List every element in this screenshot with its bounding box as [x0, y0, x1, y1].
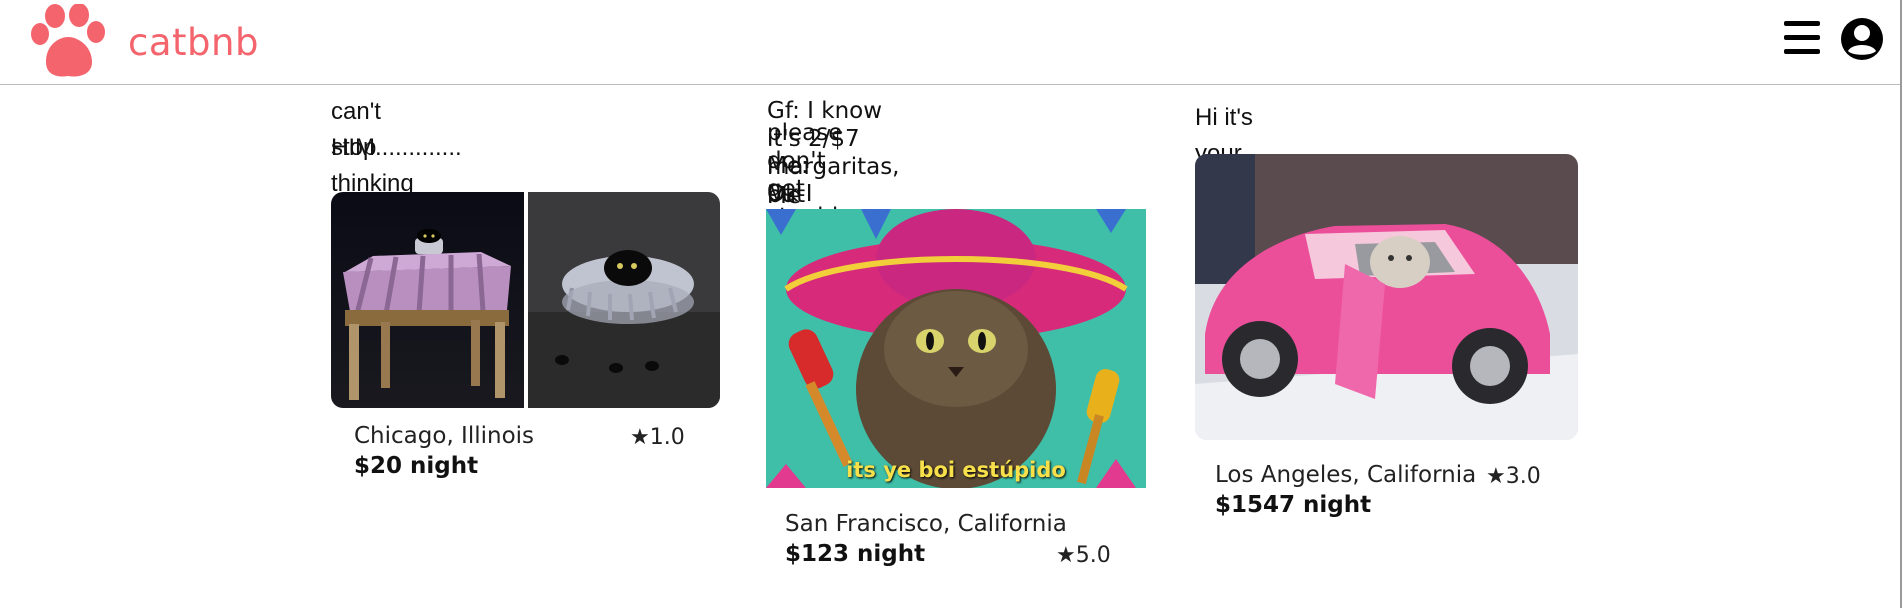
listing-price: $123 night	[785, 541, 926, 567]
sombrero-cat-image	[766, 209, 1146, 488]
listing-location: San Francisco, California	[785, 511, 1067, 537]
top-navbar: catbnb	[0, 0, 1900, 85]
listing-price: $1547 night	[1215, 492, 1372, 518]
listing-photo-cat-cushion[interactable]	[528, 192, 720, 408]
listing-price: $20 night	[354, 453, 479, 479]
listing-caption-line: HIM.............	[331, 134, 462, 161]
listing-rating: ★1.0	[630, 425, 685, 450]
catbnb-logo[interactable]: catbnb	[30, 4, 259, 80]
hamburger-menu-icon[interactable]	[1782, 18, 1822, 58]
listing-photo-pink-car[interactable]	[1195, 154, 1578, 440]
listing-photo-sombrero-cat[interactable]: its ye boi estúpido	[766, 209, 1146, 488]
listing-location: Los Angeles, California	[1215, 462, 1477, 488]
meme-image-caption: its ye boi estúpido	[846, 458, 1066, 482]
paw-icon	[31, 4, 105, 77]
ottoman-cat-image	[331, 192, 524, 408]
listing-photo-ottoman[interactable]	[331, 192, 524, 408]
cushion-cat-image	[528, 192, 720, 408]
brand-name: catbnb	[128, 20, 259, 64]
listing-rating: ★5.0	[1056, 543, 1111, 568]
account-circle-icon[interactable]	[1840, 17, 1884, 61]
pink-car-cat-image	[1195, 154, 1578, 440]
listing-location: Chicago, Illinois	[354, 423, 535, 449]
listing-rating: ★3.0	[1486, 464, 1541, 489]
